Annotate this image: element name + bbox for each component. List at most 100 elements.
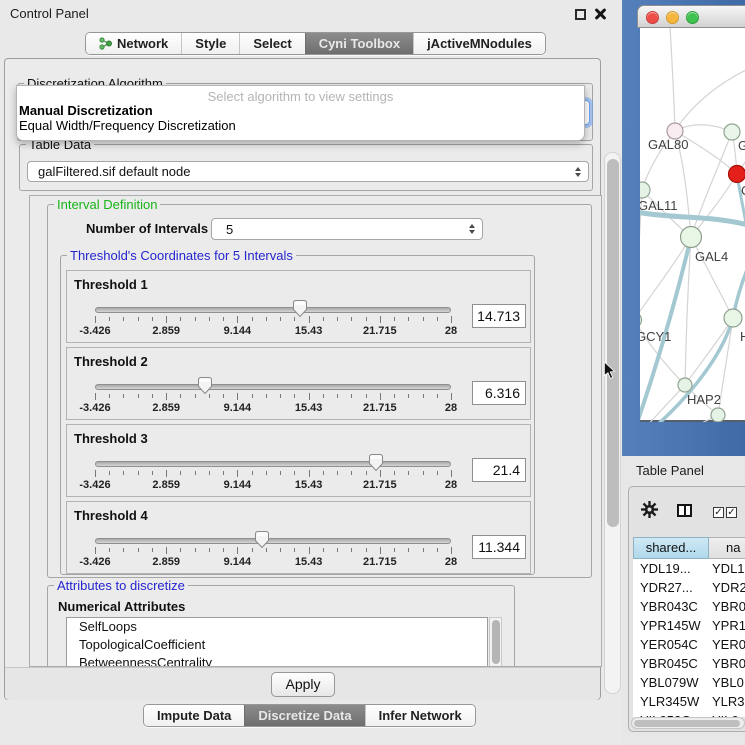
algorithm-option[interactable]: Equal Width/Frequency Discretization (17, 118, 584, 133)
thresholds-group: Threshold's Coordinates for 5 Intervals … (60, 255, 535, 575)
table-panel-section: Table Panel ✓ ✓ shared... na YDL19...YDL… (622, 456, 745, 745)
cyni-mode-tabs: Impute DataDiscretize DataInfer Network (143, 704, 476, 727)
tab-cyni-toolbox[interactable]: Cyni Toolbox (305, 33, 413, 54)
tab-select[interactable]: Select (239, 33, 304, 54)
slider-track[interactable] (95, 384, 451, 390)
attributes-scrollbar[interactable] (489, 617, 502, 667)
panel-vertical-scrollbar[interactable] (604, 152, 621, 694)
node-table-panel: ✓ ✓ shared... na YDL19...YDL1YDR27...YDR… (628, 486, 745, 732)
gear-icon[interactable] (641, 501, 658, 518)
stepper-icon (575, 167, 581, 177)
slider-ticks (95, 393, 451, 401)
slider-tick-labels: -3.4262.8599.14415.4321.71528 (95, 402, 451, 414)
threshold-label: Threshold 2 (74, 354, 148, 369)
attribute-item[interactable]: TopologicalCoefficient (67, 636, 487, 654)
slider-track[interactable] (95, 461, 451, 467)
slider-tick-labels: -3.4262.8599.14415.4321.71528 (95, 325, 451, 337)
checkbox-icon[interactable]: ✓ (713, 507, 724, 518)
table-row[interactable]: YDR27...YDR2 (633, 578, 745, 597)
network-node[interactable] (640, 313, 642, 328)
network-node-label: GAL4 (695, 249, 728, 264)
tab-impute-data[interactable]: Impute Data (144, 705, 244, 726)
zoom-light-icon[interactable] (686, 11, 699, 24)
network-canvas[interactable]: GAL80GACGAL11GAL4GCY1HHAP2 (640, 28, 745, 422)
number-of-intervals-label: Number of Intervals (86, 221, 208, 236)
control-panel: Control Panel NetworkStyleSelectCyni Too… (0, 0, 622, 745)
interval-definition-label: Interval Definition (54, 197, 160, 212)
threshold-value-field[interactable]: 14.713 (472, 304, 526, 328)
threshold-label: Threshold 3 (74, 431, 148, 446)
threshold-label: Threshold 4 (74, 508, 148, 523)
network-node[interactable] (678, 378, 692, 392)
algorithm-dropdown-popup: Select algorithm to view settings Manual… (16, 85, 585, 141)
network-node[interactable] (711, 408, 725, 422)
close-light-icon[interactable] (646, 11, 659, 24)
table-data-combobox[interactable]: galFiltered.sif default node (27, 161, 589, 182)
network-node[interactable] (640, 182, 650, 198)
network-node-label: GA (738, 138, 745, 153)
network-desktop: GAL80GACGAL11GAL4GCY1HHAP2 (622, 0, 745, 456)
threshold-value-field[interactable]: 11.344 (472, 535, 526, 559)
table-row[interactable]: YBL079WYBL0 (633, 673, 745, 692)
cyni-toolbox-pane: Discretization Algorithm Select algorith… (4, 58, 601, 700)
column-header-shared-name[interactable]: shared... (633, 537, 709, 559)
table-row[interactable]: YPR145WYPR1 (633, 616, 745, 635)
apply-row: Apply (5, 667, 600, 700)
checkbox-icon[interactable]: ✓ (726, 507, 737, 518)
table-row[interactable]: YDL19...YDL1 (633, 559, 745, 578)
stepper-icon (469, 224, 475, 234)
algorithm-option[interactable]: Manual Discretization (17, 103, 584, 118)
network-node-label: GAL80 (648, 137, 688, 152)
table-row[interactable]: YER054CYER0 (633, 635, 745, 654)
network-node[interactable] (729, 166, 745, 183)
tab-discretize-data[interactable]: Discretize Data (244, 705, 364, 726)
tab-jactivemnodules[interactable]: jActiveMNodules (413, 33, 545, 54)
table-row[interactable]: YBR043CYBR0 (633, 597, 745, 616)
table-horizontal-scrollbar[interactable] (631, 717, 745, 729)
slider-tick-labels: -3.4262.8599.14415.4321.71528 (95, 479, 451, 491)
slider-ticks (95, 470, 451, 478)
minimize-light-icon[interactable] (666, 11, 679, 24)
table-row[interactable]: YBR045CYBR0 (633, 654, 745, 673)
threshold-panel: Threshold 2 -3.4262.8599.14415.4321.7152… (66, 347, 531, 420)
network-node-label: HAP2 (687, 392, 721, 407)
network-window-titlebar[interactable] (637, 5, 745, 28)
threshold-panel: Threshold 3 -3.4262.8599.14415.4321.7152… (66, 424, 531, 497)
table-panel-title: Table Panel (636, 463, 704, 478)
attributes-group: Attributes to discretize Numerical Attri… (47, 585, 515, 667)
table-rows: YDL19...YDL1YDR27...YDR2YBR043CYBR0YPR14… (633, 559, 745, 717)
network-node-label: C (741, 183, 745, 198)
apply-button[interactable]: Apply (271, 672, 335, 697)
table-header: shared... na (633, 537, 745, 559)
numerical-attributes-list[interactable]: SelfLoopsTopologicalCoefficientBetweenne… (66, 617, 488, 667)
float-window-icon[interactable] (575, 9, 586, 20)
network-icon (99, 37, 112, 50)
close-icon[interactable] (594, 7, 606, 20)
tab-style[interactable]: Style (181, 33, 239, 54)
slider-ticks (95, 547, 451, 555)
slider-ticks (95, 316, 451, 324)
numerical-attributes-label: Numerical Attributes (58, 599, 185, 614)
attribute-item[interactable]: SelfLoops (67, 618, 487, 636)
column-header-name[interactable]: na (709, 537, 745, 559)
threshold-value-field[interactable]: 6.316 (472, 381, 526, 405)
number-of-intervals-combobox[interactable]: 5 (211, 218, 483, 240)
column-layout-icon[interactable] (677, 504, 692, 517)
threshold-value-field[interactable]: 21.4 (472, 458, 526, 482)
threshold-panel: Threshold 1 -3.4262.8599.14415.4321.7152… (66, 270, 531, 343)
panel-title: Control Panel (10, 6, 89, 21)
algorithm-prompt: Select algorithm to view settings (17, 86, 584, 103)
tab-infer-network[interactable]: Infer Network (365, 705, 475, 726)
tab-network[interactable]: Network (86, 33, 181, 54)
slider-track[interactable] (95, 538, 451, 544)
attributes-group-label: Attributes to discretize (54, 578, 188, 593)
network-node[interactable] (681, 227, 702, 248)
threshold-panel: Threshold 4 -3.4262.8599.14415.4321.7152… (66, 501, 531, 574)
network-node[interactable] (724, 309, 742, 327)
network-graph: GAL80GACGAL11GAL4GCY1HHAP2 (640, 28, 745, 422)
slider-track[interactable] (95, 307, 451, 313)
app-root: Control Panel NetworkStyleSelectCyni Too… (0, 0, 745, 745)
table-row[interactable]: YLR345WYLR3 (633, 692, 745, 711)
attribute-item[interactable]: BetweennessCentrality (67, 654, 487, 667)
mouse-cursor-icon (604, 362, 616, 380)
